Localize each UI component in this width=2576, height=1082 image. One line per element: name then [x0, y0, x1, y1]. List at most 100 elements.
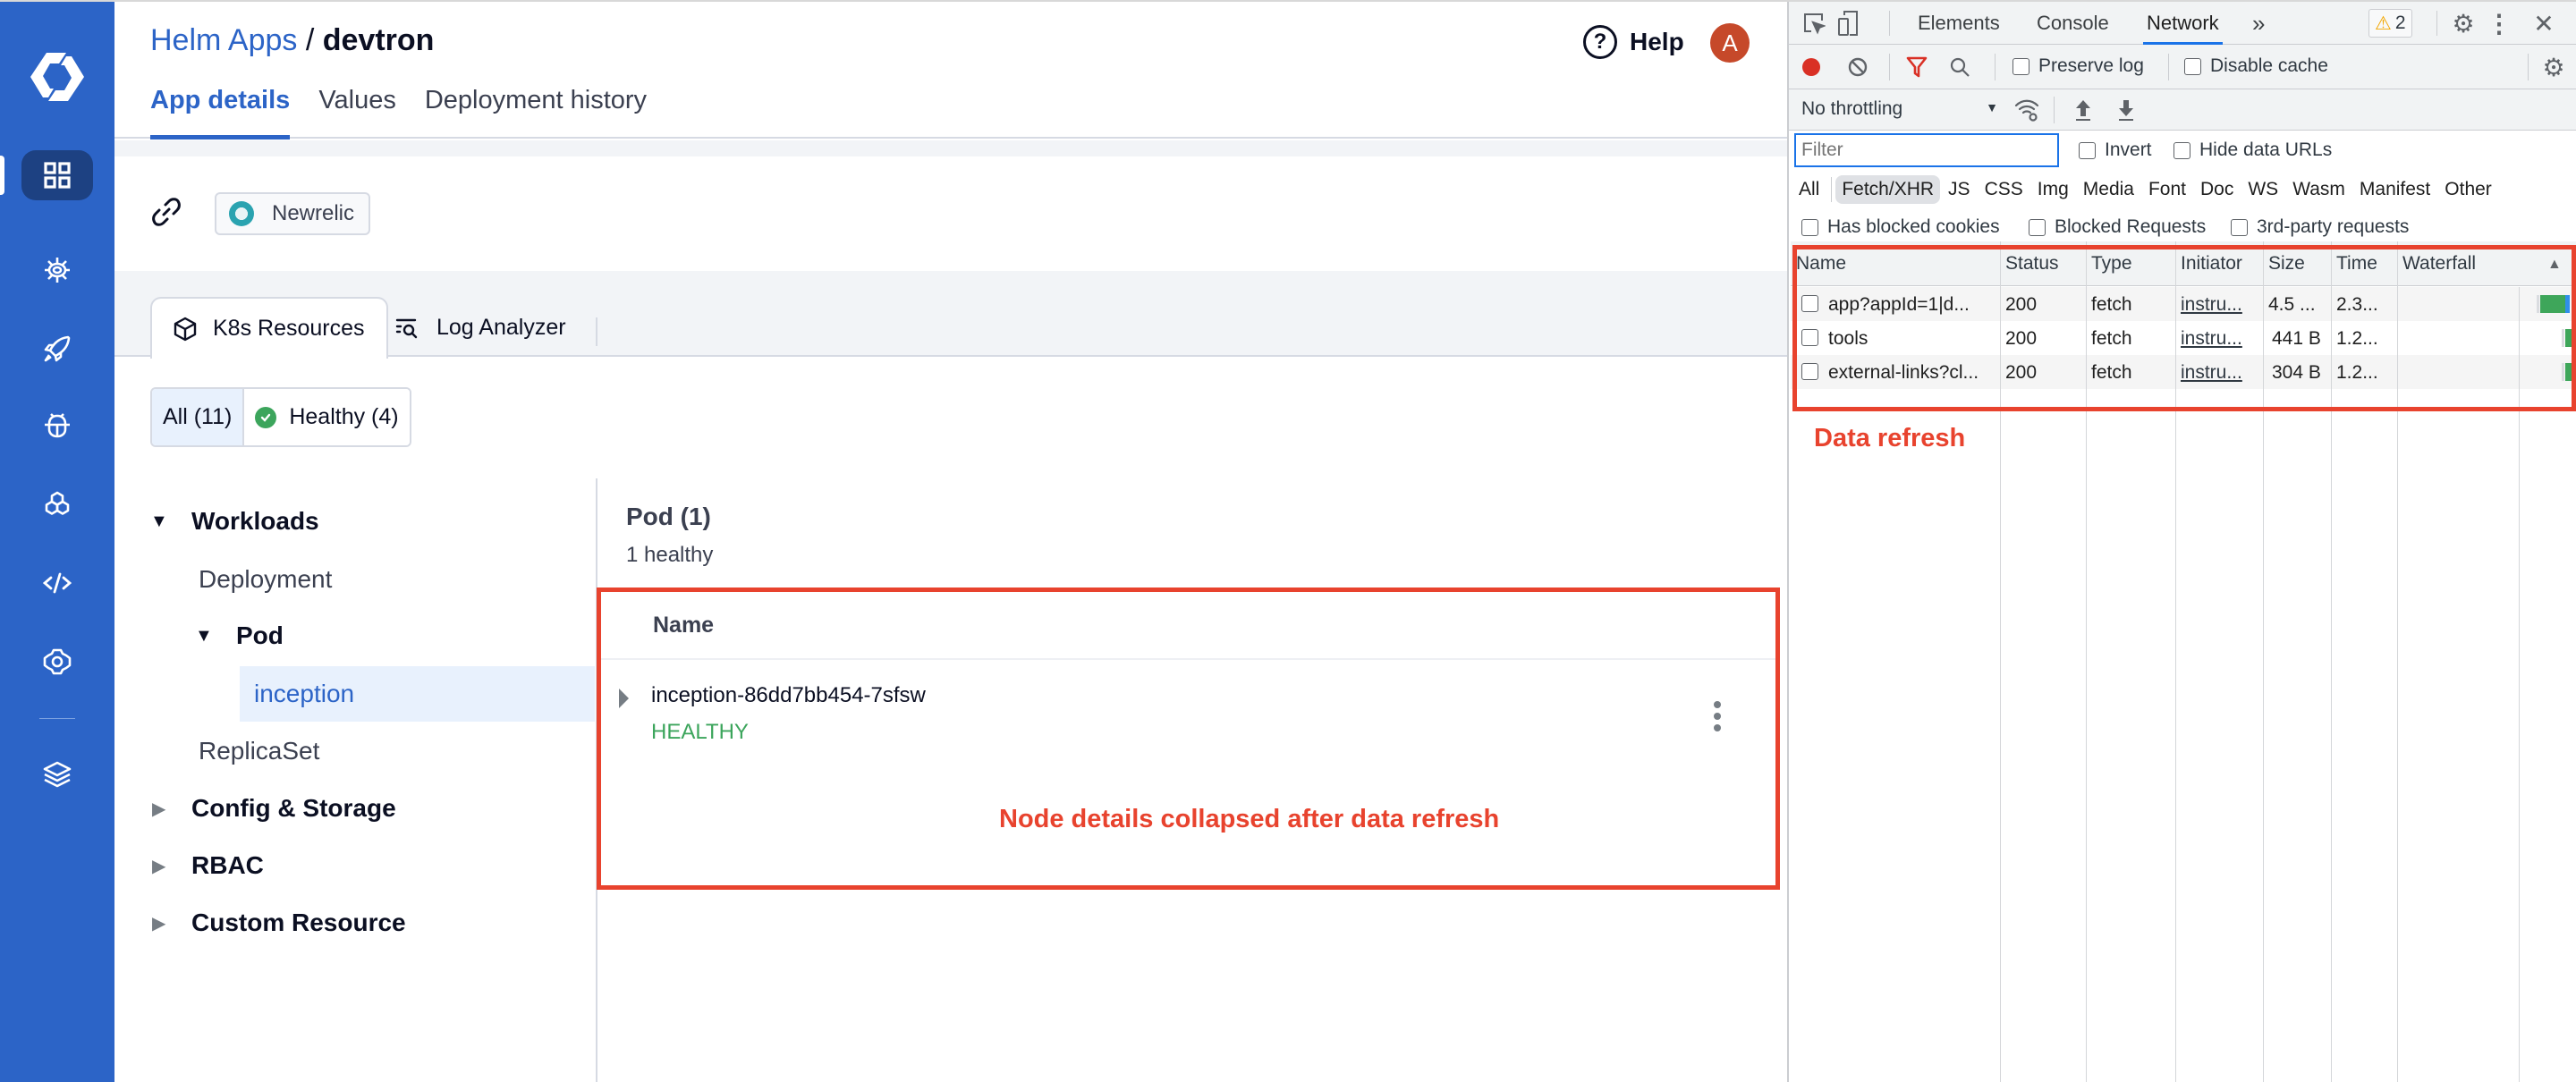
search-icon[interactable]	[1948, 55, 1971, 79]
devtools-menu-icon[interactable]: ⋮	[2487, 9, 2512, 38]
network-settings-icon[interactable]: ⚙	[2540, 54, 2567, 81]
column-header-time[interactable]: Time	[2336, 253, 2377, 275]
tree-item-deployment[interactable]: Deployment	[199, 552, 332, 607]
pod-name[interactable]: inception-86dd7bb454-7sfsw	[651, 683, 926, 708]
column-header-name[interactable]: Name	[1796, 253, 1846, 275]
has-blocked-cookies-checkbox[interactable]: Has blocked cookies	[1801, 216, 2000, 238]
import-har-icon[interactable]	[2072, 97, 2095, 123]
devtools-tab-network[interactable]: Network	[2143, 2, 2223, 45]
nav-item-apps[interactable]	[21, 150, 93, 200]
tab-log-analyzer[interactable]: Log Analyzer	[374, 297, 588, 359]
request-name[interactable]: tools	[1828, 328, 1868, 350]
filter-healthy[interactable]: Healthy (4)	[244, 389, 410, 445]
type-filter-img[interactable]: Img	[2031, 175, 2075, 204]
type-filter-media[interactable]: Media	[2077, 175, 2140, 204]
type-filter-ws[interactable]: WS	[2241, 175, 2284, 204]
throttling-select[interactable]: No throttling ▼	[1801, 98, 1998, 120]
invert-checkbox[interactable]: Invert	[2079, 139, 2152, 161]
tree-item-replicaset[interactable]: ReplicaSet	[199, 723, 319, 779]
hide-data-urls-checkbox[interactable]: Hide data URLs	[2174, 139, 2332, 161]
devtools-tab-elements[interactable]: Elements	[1918, 2, 2000, 45]
filter-all[interactable]: All (11)	[152, 389, 245, 445]
column-header-initiator[interactable]: Initiator	[2181, 253, 2242, 275]
type-filter-all[interactable]: All	[1792, 175, 1826, 204]
export-har-icon[interactable]	[2114, 97, 2138, 123]
checkbox[interactable]	[1801, 295, 1818, 312]
sort-ascending-icon[interactable]: ▲	[2547, 257, 2562, 273]
user-avatar[interactable]: A	[1710, 23, 1750, 63]
request-initiator-link[interactable]: instru...	[2181, 328, 2242, 350]
type-filter-wasm[interactable]: Wasm	[2286, 175, 2351, 204]
network-request-row[interactable]: tools 200 fetch instru... 441 B 1.2...	[1791, 321, 2576, 355]
tab-values[interactable]: Values	[318, 86, 396, 137]
more-options-icon[interactable]	[1712, 701, 1723, 737]
request-name[interactable]: external-links?cl...	[1828, 362, 1979, 384]
devtools-settings-icon[interactable]: ⚙	[2451, 10, 2476, 38]
close-devtools-icon[interactable]: ✕	[2531, 9, 2556, 38]
tab-k8s-resources[interactable]: K8s Resources	[150, 297, 388, 359]
tree-item-workloads[interactable]: ▼ Workloads	[150, 494, 319, 549]
checkbox[interactable]	[2174, 141, 2190, 159]
column-header-size[interactable]: Size	[2268, 253, 2305, 275]
checkbox[interactable]	[2231, 218, 2248, 236]
checkbox[interactable]	[2029, 218, 2046, 236]
type-filter-font[interactable]: Font	[2142, 175, 2192, 204]
nav-item-helm-charts[interactable]	[21, 245, 93, 295]
checkbox[interactable]	[1801, 218, 1818, 236]
checkbox[interactable]	[2079, 141, 2096, 159]
type-filter-other[interactable]: Other	[2438, 175, 2498, 204]
clear-icon[interactable]	[1846, 55, 1869, 79]
network-conditions-icon[interactable]	[2012, 97, 2041, 123]
request-initiator-link[interactable]: instru...	[2181, 294, 2242, 316]
rocket-icon	[44, 335, 71, 362]
checkbox[interactable]	[2012, 57, 2029, 75]
network-request-row[interactable]: external-links?cl... 200 fetch instru...…	[1791, 355, 2576, 389]
tree-item-rbac[interactable]: ▶ RBAC	[152, 838, 264, 893]
device-toolbar-icon[interactable]	[1835, 9, 1860, 38]
tree-item-custom-resource[interactable]: ▶ Custom Resource	[152, 895, 406, 951]
network-filter-input[interactable]	[1794, 133, 2059, 167]
breadcrumb-helm-apps-link[interactable]: Helm Apps	[150, 23, 297, 57]
type-filter-doc[interactable]: Doc	[2194, 175, 2240, 204]
nav-item-global-configurations[interactable]	[21, 479, 93, 529]
devtron-logo-icon[interactable]	[27, 49, 88, 105]
tab-app-details[interactable]: App details	[150, 86, 291, 139]
tree-item-pod[interactable]: ▼ Pod	[195, 608, 284, 664]
type-filter-manifest[interactable]: Manifest	[2353, 175, 2436, 204]
tree-item-inception[interactable]: inception	[240, 666, 595, 722]
pod-table-header-name[interactable]: Name	[599, 592, 1780, 660]
preserve-log-checkbox[interactable]: Preserve log	[2012, 55, 2144, 77]
column-header-status[interactable]: Status	[2005, 253, 2059, 275]
third-party-requests-checkbox[interactable]: 3rd-party requests	[2231, 216, 2409, 238]
expand-row-icon[interactable]	[619, 689, 629, 708]
nav-item-settings[interactable]	[21, 637, 93, 687]
network-request-row[interactable]: app?appId=1|d... 200 fetch instru... 4.5…	[1791, 287, 2576, 321]
nav-item-stack[interactable]	[21, 749, 93, 799]
inspect-element-icon[interactable]	[1801, 11, 1826, 36]
filter-funnel-icon[interactable]	[1905, 55, 1928, 79]
request-initiator-link[interactable]: instru...	[2181, 362, 2242, 384]
external-link-newrelic[interactable]: Newrelic	[215, 192, 371, 235]
checkbox[interactable]	[1801, 329, 1818, 346]
type-filter-js[interactable]: JS	[1942, 175, 1977, 204]
checkbox[interactable]	[1801, 363, 1818, 380]
column-header-waterfall[interactable]: Waterfall	[2402, 253, 2476, 275]
record-icon[interactable]	[1800, 55, 1823, 79]
type-filter-css[interactable]: CSS	[1979, 175, 2029, 204]
nav-item-security[interactable]	[21, 401, 93, 451]
disable-cache-checkbox[interactable]: Disable cache	[2184, 55, 2328, 77]
nav-item-code[interactable]	[21, 558, 93, 608]
more-tabs-icon[interactable]: »	[2252, 2, 2265, 45]
request-name[interactable]: app?appId=1|d...	[1828, 294, 1970, 316]
tree-item-config-storage[interactable]: ▶ Config & Storage	[152, 781, 396, 836]
help-button[interactable]: ? Help	[1583, 25, 1684, 59]
type-filter-fetch-xhr[interactable]: Fetch/XHR	[1835, 175, 1941, 204]
column-header-type[interactable]: Type	[2091, 253, 2132, 275]
tab-deployment-history[interactable]: Deployment history	[425, 86, 647, 137]
checkbox[interactable]	[2184, 57, 2201, 75]
devtools-tab-console[interactable]: Console	[2037, 2, 2109, 45]
nav-item-deployment-groups[interactable]	[21, 324, 93, 374]
has-blocked-cookies-label: Has blocked cookies	[1827, 216, 2000, 237]
blocked-requests-checkbox[interactable]: Blocked Requests	[2029, 216, 2206, 238]
warnings-badge[interactable]: ⚠ 2	[2368, 9, 2412, 38]
